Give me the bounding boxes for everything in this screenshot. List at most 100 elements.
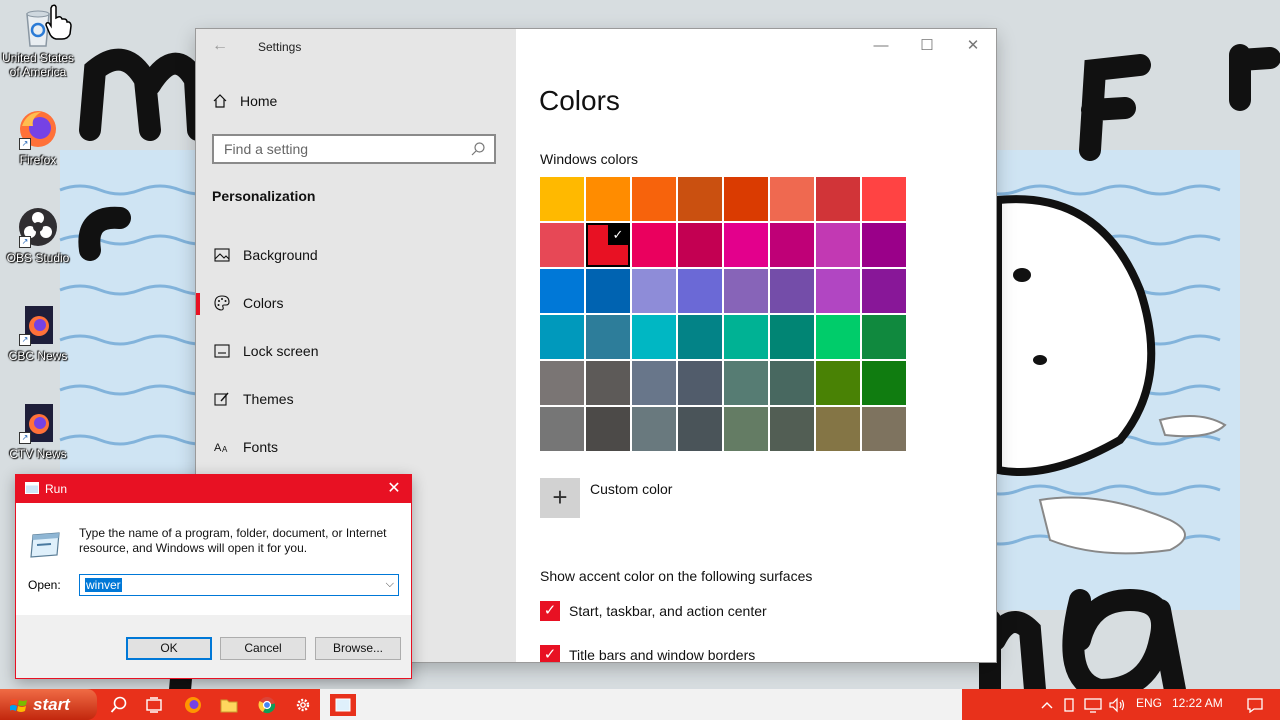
- color-swatch[interactable]: [586, 269, 630, 313]
- run-titlebar[interactable]: Run ✕: [16, 475, 411, 503]
- color-swatch[interactable]: [724, 315, 768, 359]
- settings-gear-icon[interactable]: [292, 694, 314, 716]
- desktop-icon-firefox[interactable]: ↗ Firefox: [0, 108, 76, 167]
- network-icon[interactable]: [1082, 694, 1104, 716]
- color-swatch[interactable]: [770, 177, 814, 221]
- color-swatch[interactable]: [586, 177, 630, 221]
- color-swatch[interactable]: [770, 269, 814, 313]
- color-swatch[interactable]: [632, 223, 676, 267]
- browse-button[interactable]: Browse...: [315, 637, 401, 660]
- color-swatch[interactable]: [678, 315, 722, 359]
- nav-item-background[interactable]: Background: [196, 235, 516, 275]
- color-swatch[interactable]: [540, 315, 584, 359]
- color-swatch[interactable]: [586, 361, 630, 405]
- color-swatch[interactable]: [632, 177, 676, 221]
- nav-item-colors[interactable]: Colors: [196, 283, 516, 323]
- color-swatch[interactable]: [632, 361, 676, 405]
- checkbox-checked-icon[interactable]: ✓: [540, 645, 560, 662]
- maximize-button[interactable]: ☐: [912, 35, 942, 57]
- color-swatch-selected[interactable]: [586, 223, 630, 267]
- color-swatch[interactable]: [770, 407, 814, 451]
- chevron-down-icon[interactable]: ⌵: [386, 578, 394, 591]
- color-swatch[interactable]: [678, 223, 722, 267]
- color-swatch[interactable]: [678, 407, 722, 451]
- color-swatch[interactable]: [816, 177, 860, 221]
- nav-item-fonts[interactable]: AA Fonts: [196, 427, 516, 467]
- color-swatch[interactable]: [540, 361, 584, 405]
- color-swatch[interactable]: [724, 177, 768, 221]
- checkbox-checked-icon[interactable]: ✓: [540, 601, 560, 621]
- color-swatch[interactable]: [540, 269, 584, 313]
- color-swatch[interactable]: [540, 407, 584, 451]
- device-icon[interactable]: [1058, 694, 1080, 716]
- color-swatch[interactable]: [724, 361, 768, 405]
- task-view-icon[interactable]: [143, 694, 165, 716]
- search-input[interactable]: [214, 136, 464, 162]
- svg-text:A: A: [214, 442, 222, 454]
- nav-item-label: Background: [243, 247, 318, 263]
- color-swatch[interactable]: [632, 269, 676, 313]
- search-icon[interactable]: [108, 694, 130, 716]
- desktop-icon-obs-studio[interactable]: ↗ OBS Studio: [0, 206, 76, 265]
- color-swatch[interactable]: [540, 177, 584, 221]
- open-combobox[interactable]: winver ⌵: [79, 574, 399, 596]
- close-button[interactable]: ✕: [958, 35, 988, 57]
- custom-color-button[interactable]: +: [540, 478, 580, 518]
- open-input-value[interactable]: winver: [85, 578, 122, 592]
- clock[interactable]: 12:22 AM: [1172, 696, 1223, 710]
- desktop-icon-ctv-news[interactable]: ↗ CTV News: [0, 402, 76, 461]
- color-swatch[interactable]: [724, 269, 768, 313]
- run-close-button[interactable]: ✕: [383, 478, 405, 500]
- color-swatch[interactable]: [586, 407, 630, 451]
- nav-item-themes[interactable]: Themes: [196, 379, 516, 419]
- desktop-icon-label: CTV News: [9, 447, 67, 461]
- color-swatch[interactable]: [862, 315, 906, 359]
- cancel-button[interactable]: Cancel: [220, 637, 306, 660]
- color-swatch[interactable]: [862, 407, 906, 451]
- color-swatch[interactable]: [770, 361, 814, 405]
- firefox-taskbar-icon[interactable]: [182, 694, 204, 716]
- color-swatch[interactable]: [816, 269, 860, 313]
- color-swatch[interactable]: [678, 269, 722, 313]
- volume-icon[interactable]: [1106, 694, 1128, 716]
- themes-icon: [212, 391, 232, 407]
- color-swatch[interactable]: [632, 315, 676, 359]
- color-swatch[interactable]: [862, 177, 906, 221]
- color-swatch[interactable]: [862, 223, 906, 267]
- nav-home[interactable]: Home: [212, 93, 277, 109]
- minimize-button[interactable]: —: [866, 35, 896, 57]
- color-swatch[interactable]: [862, 361, 906, 405]
- color-swatch[interactable]: [724, 407, 768, 451]
- language-indicator[interactable]: ENG: [1136, 696, 1162, 710]
- nav-item-lock-screen[interactable]: Lock screen: [196, 331, 516, 371]
- color-swatch[interactable]: [678, 361, 722, 405]
- color-swatch[interactable]: [862, 269, 906, 313]
- color-swatch[interactable]: [540, 223, 584, 267]
- file-explorer-icon[interactable]: [218, 694, 240, 716]
- ok-button[interactable]: OK: [126, 637, 212, 660]
- color-swatch[interactable]: [816, 223, 860, 267]
- color-swatch[interactable]: [816, 315, 860, 359]
- find-setting-search[interactable]: [212, 134, 496, 164]
- color-swatch[interactable]: [724, 223, 768, 267]
- color-swatch[interactable]: [770, 315, 814, 359]
- custom-color-label[interactable]: Custom color: [590, 481, 672, 497]
- shortcut-arrow-icon: ↗: [19, 334, 31, 346]
- color-swatch[interactable]: [678, 177, 722, 221]
- start-button[interactable]: start: [0, 689, 97, 720]
- accent-surfaces-label: Show accent color on the following surfa…: [540, 568, 813, 584]
- desktop-icon-cbc-news[interactable]: ↗ CBC News: [0, 304, 76, 363]
- checkbox-start-taskbar[interactable]: ✓ Start, taskbar, and action center: [540, 601, 767, 621]
- color-swatch[interactable]: [586, 315, 630, 359]
- color-swatch[interactable]: [816, 361, 860, 405]
- chevron-up-icon[interactable]: [1036, 694, 1058, 716]
- color-swatch[interactable]: [816, 407, 860, 451]
- color-swatch[interactable]: [632, 407, 676, 451]
- chrome-icon[interactable]: [256, 694, 278, 716]
- run-taskbar-icon[interactable]: [330, 694, 356, 716]
- search-icon[interactable]: [470, 141, 486, 157]
- back-arrow-icon[interactable]: ←: [212, 37, 232, 55]
- checkbox-title-bars[interactable]: ✓ Title bars and window borders: [540, 645, 755, 662]
- color-swatch[interactable]: [770, 223, 814, 267]
- notification-icon[interactable]: [1244, 694, 1266, 716]
